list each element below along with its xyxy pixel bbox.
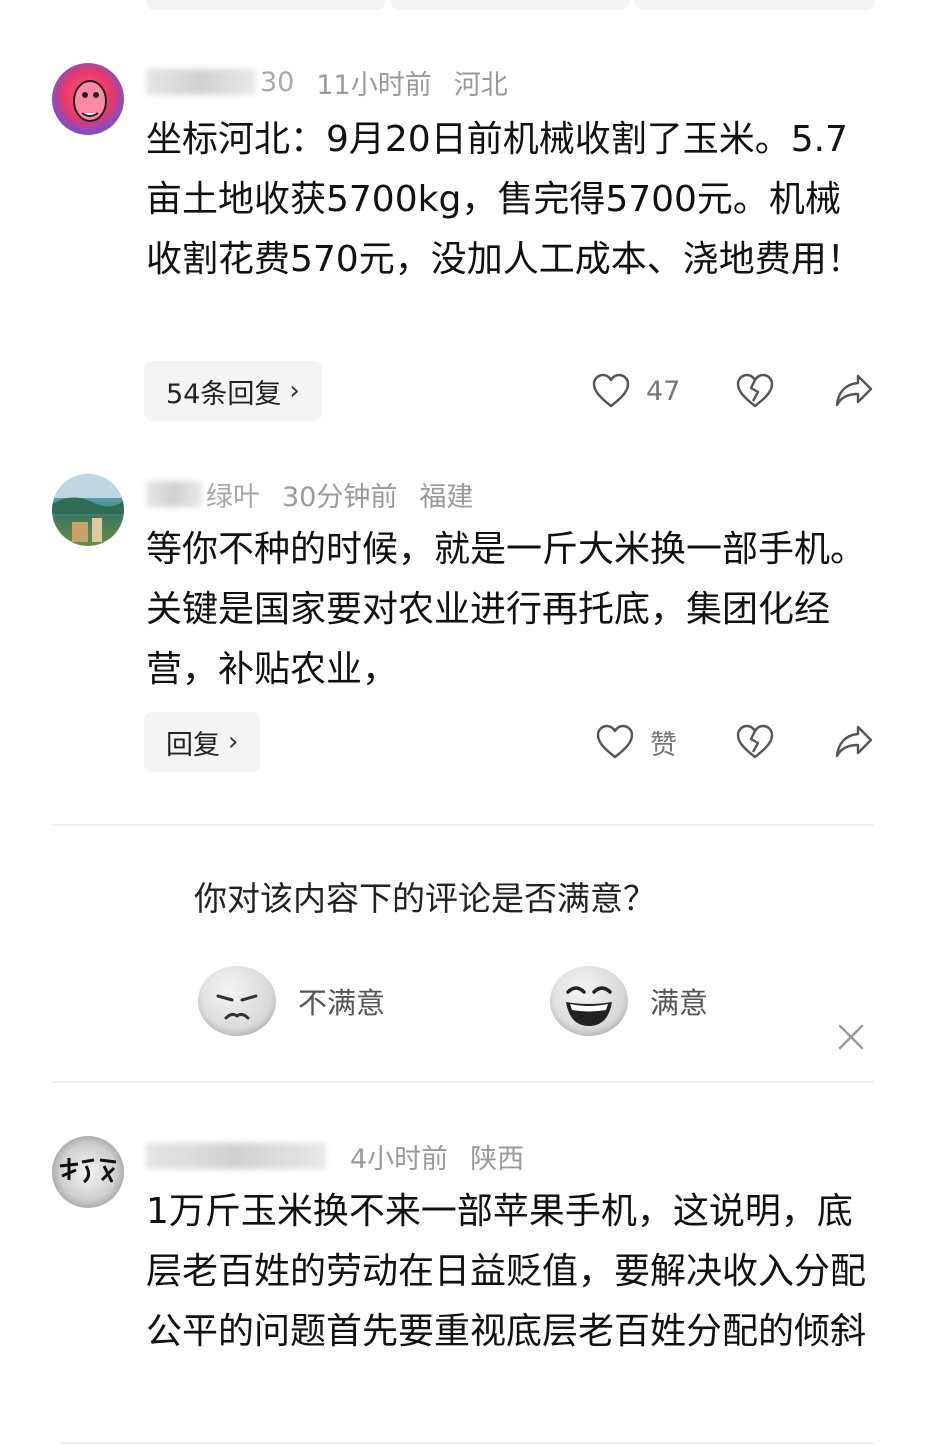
avatar[interactable]	[52, 474, 124, 546]
heart-icon	[596, 724, 634, 759]
previous-content-stub	[146, 0, 875, 10]
comment-meta: 30 11小时前 河北	[146, 62, 530, 102]
like-count: 47	[646, 375, 681, 407]
comment-actions: 47	[592, 361, 877, 421]
dislike-button[interactable]	[736, 712, 774, 772]
username[interactable]: 30	[260, 67, 294, 98]
survey-question: 你对该内容下的评论是否满意？	[194, 879, 656, 918]
avatar-image	[59, 1158, 117, 1184]
share-arrow-icon	[835, 374, 873, 407]
comment-text[interactable]: 等你不种的时候，就是一斤大米换一部手机。关键是国家要对农业进行再托底，集团化经营…	[146, 520, 876, 700]
like-button[interactable]: 47	[592, 361, 680, 421]
username-blurred	[146, 69, 256, 95]
divider	[52, 824, 874, 826]
dissatisfied-label: 不满意	[298, 986, 386, 1020]
replies-button[interactable]: 54条回复 ›	[144, 361, 322, 421]
dissatisfied-option[interactable]: 不满意	[198, 966, 385, 1036]
share-button[interactable]	[834, 361, 874, 421]
username-blurred	[146, 481, 202, 507]
like-button[interactable]: 赞	[596, 712, 677, 772]
comment-location: 福建	[419, 481, 474, 513]
replies-label: 54条回复	[166, 378, 282, 410]
close-icon[interactable]	[836, 1022, 866, 1052]
broken-heart-icon	[736, 724, 774, 759]
broken-heart-icon	[736, 373, 774, 408]
avatar[interactable]	[52, 1136, 124, 1208]
avatar[interactable]	[52, 63, 124, 135]
comment-actions: 赞	[592, 712, 877, 772]
username-blurred[interactable]	[146, 1143, 326, 1169]
reply-button[interactable]: 回复 ›	[144, 712, 261, 772]
satisfied-label: 满意	[650, 986, 709, 1020]
divider	[52, 1081, 874, 1083]
like-label: 赞	[650, 729, 677, 761]
comment-time: 11小时前	[316, 69, 432, 101]
comment-time: 4小时前	[350, 1143, 449, 1175]
username[interactable]: 绿叶	[206, 475, 260, 514]
reply-label: 回复	[166, 729, 220, 761]
avatar-image	[73, 80, 107, 122]
comment-text[interactable]: 1万斤玉米换不来一部苹果手机，这说明，底层老百姓的劳动在日益贬值，要解决收入分配…	[146, 1182, 876, 1362]
chevron-right-icon: ›	[289, 376, 300, 406]
share-arrow-icon	[835, 725, 873, 758]
heart-icon	[592, 373, 630, 408]
frown-face-icon	[198, 966, 276, 1036]
dislike-button[interactable]	[736, 361, 774, 421]
divider	[60, 1442, 874, 1444]
share-button[interactable]	[834, 712, 874, 772]
satisfied-option[interactable]: 满意	[550, 966, 708, 1036]
laughing-face-icon	[550, 966, 628, 1036]
avatar-image	[52, 474, 124, 542]
comment-text[interactable]: 坐标河北：9月20日前机械收割了玉米。5.7亩土地收获5700kg，售完得570…	[146, 110, 876, 290]
comment-time: 30分钟前	[282, 481, 398, 513]
comment-meta: 4小时前 陕西	[146, 1136, 546, 1176]
chevron-right-icon: ›	[228, 727, 239, 757]
comment-location: 陕西	[470, 1143, 525, 1175]
comment-location: 河北	[453, 69, 508, 101]
comment-meta: 绿叶 30分钟前 福建	[146, 474, 495, 514]
